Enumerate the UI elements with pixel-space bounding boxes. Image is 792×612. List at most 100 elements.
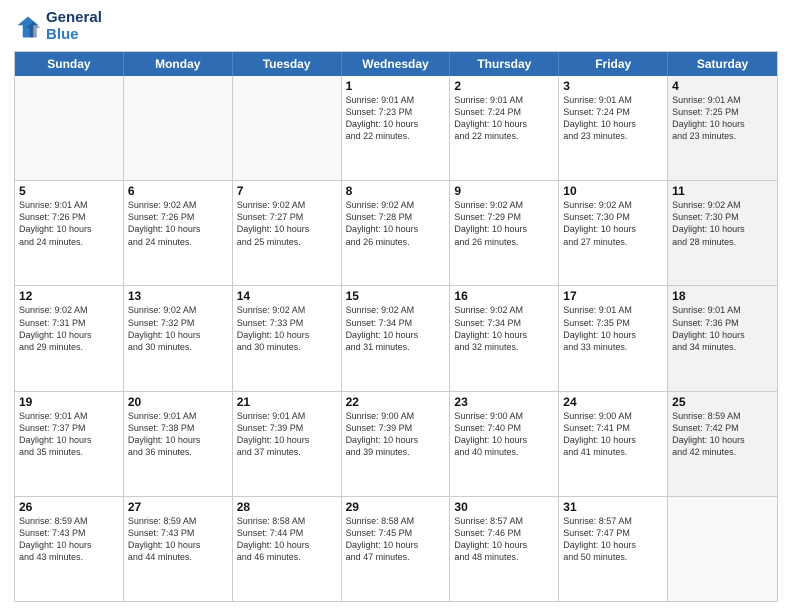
day-number: 30 <box>454 500 554 514</box>
cal-cell-5-1: 26Sunrise: 8:59 AM Sunset: 7:43 PM Dayli… <box>15 497 124 601</box>
cell-info: Sunrise: 8:58 AM Sunset: 7:45 PM Dayligh… <box>346 515 446 564</box>
cell-info: Sunrise: 9:02 AM Sunset: 7:30 PM Dayligh… <box>672 199 773 248</box>
cal-header-wednesday: Wednesday <box>342 52 451 76</box>
cal-cell-2-5: 9Sunrise: 9:02 AM Sunset: 7:29 PM Daylig… <box>450 181 559 285</box>
day-number: 26 <box>19 500 119 514</box>
cell-info: Sunrise: 9:01 AM Sunset: 7:39 PM Dayligh… <box>237 410 337 459</box>
day-number: 13 <box>128 289 228 303</box>
cell-info: Sunrise: 8:59 AM Sunset: 7:42 PM Dayligh… <box>672 410 773 459</box>
calendar-body: 1Sunrise: 9:01 AM Sunset: 7:23 PM Daylig… <box>15 76 777 601</box>
cal-cell-4-4: 22Sunrise: 9:00 AM Sunset: 7:39 PM Dayli… <box>342 392 451 496</box>
cell-info: Sunrise: 9:01 AM Sunset: 7:23 PM Dayligh… <box>346 94 446 143</box>
cal-header-sunday: Sunday <box>15 52 124 76</box>
cal-cell-1-4: 1Sunrise: 9:01 AM Sunset: 7:23 PM Daylig… <box>342 76 451 180</box>
day-number: 6 <box>128 184 228 198</box>
cell-info: Sunrise: 9:02 AM Sunset: 7:26 PM Dayligh… <box>128 199 228 248</box>
logo-icon <box>14 13 42 41</box>
cal-cell-2-1: 5Sunrise: 9:01 AM Sunset: 7:26 PM Daylig… <box>15 181 124 285</box>
cal-cell-4-5: 23Sunrise: 9:00 AM Sunset: 7:40 PM Dayli… <box>450 392 559 496</box>
day-number: 11 <box>672 184 773 198</box>
cal-header-tuesday: Tuesday <box>233 52 342 76</box>
day-number: 22 <box>346 395 446 409</box>
calendar-header-row: SundayMondayTuesdayWednesdayThursdayFrid… <box>15 52 777 76</box>
cal-cell-1-6: 3Sunrise: 9:01 AM Sunset: 7:24 PM Daylig… <box>559 76 668 180</box>
day-number: 1 <box>346 79 446 93</box>
cal-week-1: 1Sunrise: 9:01 AM Sunset: 7:23 PM Daylig… <box>15 76 777 180</box>
cell-info: Sunrise: 9:01 AM Sunset: 7:37 PM Dayligh… <box>19 410 119 459</box>
cal-week-4: 19Sunrise: 9:01 AM Sunset: 7:37 PM Dayli… <box>15 391 777 496</box>
cell-info: Sunrise: 9:01 AM Sunset: 7:35 PM Dayligh… <box>563 304 663 353</box>
cal-cell-3-7: 18Sunrise: 9:01 AM Sunset: 7:36 PM Dayli… <box>668 286 777 390</box>
day-number: 5 <box>19 184 119 198</box>
cal-cell-5-5: 30Sunrise: 8:57 AM Sunset: 7:46 PM Dayli… <box>450 497 559 601</box>
cal-cell-5-6: 31Sunrise: 8:57 AM Sunset: 7:47 PM Dayli… <box>559 497 668 601</box>
logo: General Blue <box>14 10 102 43</box>
cal-cell-3-5: 16Sunrise: 9:02 AM Sunset: 7:34 PM Dayli… <box>450 286 559 390</box>
cell-info: Sunrise: 9:01 AM Sunset: 7:38 PM Dayligh… <box>128 410 228 459</box>
cell-info: Sunrise: 9:01 AM Sunset: 7:24 PM Dayligh… <box>454 94 554 143</box>
cell-info: Sunrise: 8:58 AM Sunset: 7:44 PM Dayligh… <box>237 515 337 564</box>
day-number: 23 <box>454 395 554 409</box>
cal-cell-3-1: 12Sunrise: 9:02 AM Sunset: 7:31 PM Dayli… <box>15 286 124 390</box>
cal-cell-5-2: 27Sunrise: 8:59 AM Sunset: 7:43 PM Dayli… <box>124 497 233 601</box>
cell-info: Sunrise: 8:59 AM Sunset: 7:43 PM Dayligh… <box>128 515 228 564</box>
day-number: 7 <box>237 184 337 198</box>
day-number: 31 <box>563 500 663 514</box>
cell-info: Sunrise: 9:02 AM Sunset: 7:34 PM Dayligh… <box>346 304 446 353</box>
cal-cell-1-5: 2Sunrise: 9:01 AM Sunset: 7:24 PM Daylig… <box>450 76 559 180</box>
day-number: 10 <box>563 184 663 198</box>
cell-info: Sunrise: 9:02 AM Sunset: 7:31 PM Dayligh… <box>19 304 119 353</box>
cell-info: Sunrise: 9:02 AM Sunset: 7:33 PM Dayligh… <box>237 304 337 353</box>
logo-text: General Blue <box>46 10 102 43</box>
day-number: 21 <box>237 395 337 409</box>
cal-cell-3-3: 14Sunrise: 9:02 AM Sunset: 7:33 PM Dayli… <box>233 286 342 390</box>
cal-cell-5-3: 28Sunrise: 8:58 AM Sunset: 7:44 PM Dayli… <box>233 497 342 601</box>
cell-info: Sunrise: 9:02 AM Sunset: 7:27 PM Dayligh… <box>237 199 337 248</box>
cell-info: Sunrise: 8:59 AM Sunset: 7:43 PM Dayligh… <box>19 515 119 564</box>
day-number: 15 <box>346 289 446 303</box>
cell-info: Sunrise: 9:01 AM Sunset: 7:36 PM Dayligh… <box>672 304 773 353</box>
cell-info: Sunrise: 8:57 AM Sunset: 7:47 PM Dayligh… <box>563 515 663 564</box>
day-number: 12 <box>19 289 119 303</box>
cal-cell-4-7: 25Sunrise: 8:59 AM Sunset: 7:42 PM Dayli… <box>668 392 777 496</box>
cell-info: Sunrise: 8:57 AM Sunset: 7:46 PM Dayligh… <box>454 515 554 564</box>
cal-header-thursday: Thursday <box>450 52 559 76</box>
day-number: 2 <box>454 79 554 93</box>
cell-info: Sunrise: 9:00 AM Sunset: 7:41 PM Dayligh… <box>563 410 663 459</box>
cal-cell-3-6: 17Sunrise: 9:01 AM Sunset: 7:35 PM Dayli… <box>559 286 668 390</box>
cell-info: Sunrise: 9:01 AM Sunset: 7:25 PM Dayligh… <box>672 94 773 143</box>
cal-week-3: 12Sunrise: 9:02 AM Sunset: 7:31 PM Dayli… <box>15 285 777 390</box>
cal-cell-5-4: 29Sunrise: 8:58 AM Sunset: 7:45 PM Dayli… <box>342 497 451 601</box>
cal-cell-2-7: 11Sunrise: 9:02 AM Sunset: 7:30 PM Dayli… <box>668 181 777 285</box>
calendar: SundayMondayTuesdayWednesdayThursdayFrid… <box>14 51 778 602</box>
day-number: 20 <box>128 395 228 409</box>
cell-info: Sunrise: 9:02 AM Sunset: 7:34 PM Dayligh… <box>454 304 554 353</box>
cell-info: Sunrise: 9:01 AM Sunset: 7:26 PM Dayligh… <box>19 199 119 248</box>
day-number: 4 <box>672 79 773 93</box>
cell-info: Sunrise: 9:00 AM Sunset: 7:40 PM Dayligh… <box>454 410 554 459</box>
day-number: 29 <box>346 500 446 514</box>
cell-info: Sunrise: 9:01 AM Sunset: 7:24 PM Dayligh… <box>563 94 663 143</box>
cal-cell-1-1 <box>15 76 124 180</box>
cal-week-2: 5Sunrise: 9:01 AM Sunset: 7:26 PM Daylig… <box>15 180 777 285</box>
cal-cell-5-7 <box>668 497 777 601</box>
day-number: 27 <box>128 500 228 514</box>
cal-cell-4-6: 24Sunrise: 9:00 AM Sunset: 7:41 PM Dayli… <box>559 392 668 496</box>
day-number: 19 <box>19 395 119 409</box>
day-number: 8 <box>346 184 446 198</box>
day-number: 14 <box>237 289 337 303</box>
cal-cell-2-4: 8Sunrise: 9:02 AM Sunset: 7:28 PM Daylig… <box>342 181 451 285</box>
cal-cell-2-2: 6Sunrise: 9:02 AM Sunset: 7:26 PM Daylig… <box>124 181 233 285</box>
page: General Blue SundayMondayTuesdayWednesda… <box>0 0 792 612</box>
cal-header-saturday: Saturday <box>668 52 777 76</box>
cal-header-friday: Friday <box>559 52 668 76</box>
day-number: 16 <box>454 289 554 303</box>
cal-cell-2-6: 10Sunrise: 9:02 AM Sunset: 7:30 PM Dayli… <box>559 181 668 285</box>
cal-cell-1-7: 4Sunrise: 9:01 AM Sunset: 7:25 PM Daylig… <box>668 76 777 180</box>
header: General Blue <box>14 10 778 43</box>
day-number: 18 <box>672 289 773 303</box>
day-number: 3 <box>563 79 663 93</box>
cal-cell-4-2: 20Sunrise: 9:01 AM Sunset: 7:38 PM Dayli… <box>124 392 233 496</box>
cal-cell-4-3: 21Sunrise: 9:01 AM Sunset: 7:39 PM Dayli… <box>233 392 342 496</box>
cell-info: Sunrise: 9:00 AM Sunset: 7:39 PM Dayligh… <box>346 410 446 459</box>
